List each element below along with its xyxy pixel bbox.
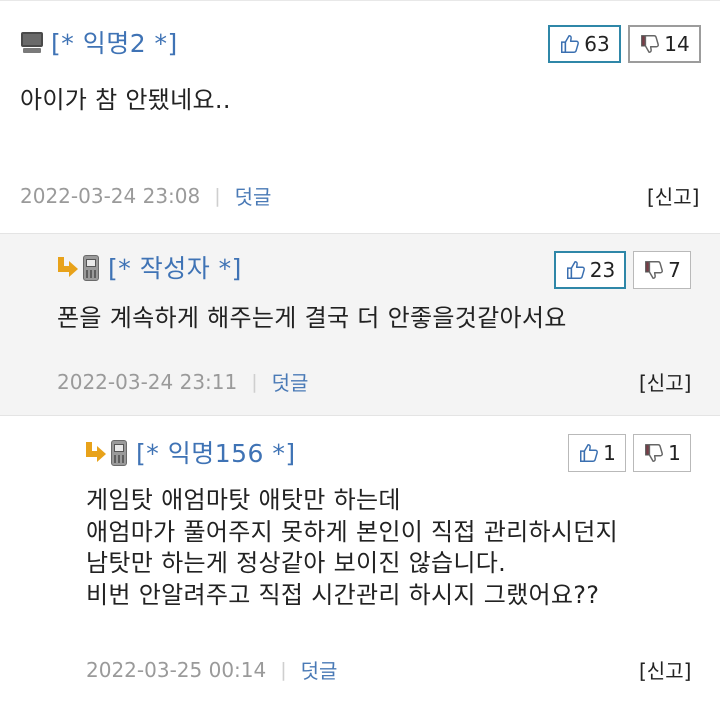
dislike-button[interactable]: 7 xyxy=(633,251,691,289)
dislike-count: 14 xyxy=(664,32,690,56)
meta-divider: | xyxy=(251,370,258,393)
meta-divider: | xyxy=(280,658,287,681)
comment-line: 폰을 계속하게 해주는게 결국 더 안좋을것같아서요 xyxy=(57,304,567,332)
dislike-count: 1 xyxy=(668,441,681,465)
reply-comment-item: [* 작성자 *] 23 7 폰을 계속하게 해주는게 결국 더 안좋을것같아서… xyxy=(0,233,720,416)
report-link[interactable]: [신고] xyxy=(639,367,691,396)
comment-item: [* 익명2 *] 63 14 아이가 참 안됐네요.. 2022-03-24 … xyxy=(0,0,720,233)
thumbs-up-icon xyxy=(578,442,600,464)
like-button[interactable]: 63 xyxy=(548,25,621,63)
comment-author[interactable]: [* 익명2 *] xyxy=(51,24,178,60)
comment-body: 게임탓 애엄마탓 애탓만 하는데 애엄마가 풀어주지 못하게 본인이 직접 관리… xyxy=(86,485,618,611)
mobile-phone-icon xyxy=(110,438,128,466)
reply-link[interactable]: 덧글 xyxy=(301,655,338,684)
thumbs-down-icon xyxy=(639,33,661,55)
reply-link[interactable]: 덧글 xyxy=(272,367,309,396)
meta-divider: | xyxy=(214,184,221,207)
comment-meta: 2022-03-24 23:08 | 덧글 xyxy=(20,181,271,210)
like-count: 1 xyxy=(603,441,616,465)
comment-line: 남탓만 하는게 정상같아 보이진 않습니다. xyxy=(86,549,507,577)
like-count: 63 xyxy=(584,32,610,56)
dislike-button[interactable]: 14 xyxy=(628,25,701,63)
reply-arrow-icon xyxy=(84,441,106,463)
thumbs-up-icon xyxy=(565,259,587,281)
comment-line: 게임탓 애엄마탓 애탓만 하는데 xyxy=(86,486,401,514)
reply-arrow-icon xyxy=(56,256,78,278)
comment-header: [* 작성자 *] xyxy=(56,249,242,285)
comment-date: 2022-03-25 00:14 xyxy=(86,657,267,682)
reply-comment-item: [* 익명156 *] 1 1 게임탓 애엄마탓 애탓만 하는데 애엄마가 풀어… xyxy=(0,416,720,703)
comment-header: [* 익명2 *] xyxy=(20,24,178,60)
comment-date: 2022-03-24 23:08 xyxy=(20,183,201,208)
comment-body: 아이가 참 안됐네요.. xyxy=(20,85,231,117)
comment-meta: 2022-03-25 00:14 | 덧글 xyxy=(86,655,337,684)
comment-line: 아이가 참 안됐네요.. xyxy=(20,86,231,114)
comment-author[interactable]: [* 익명156 *] xyxy=(136,434,296,470)
comment-body: 폰을 계속하게 해주는게 결국 더 안좋을것같아서요 xyxy=(57,303,567,335)
report-link[interactable]: [신고] xyxy=(647,181,699,210)
thumbs-down-icon xyxy=(643,442,665,464)
reply-link[interactable]: 덧글 xyxy=(235,181,272,210)
report-link[interactable]: [신고] xyxy=(639,655,691,684)
dislike-button[interactable]: 1 xyxy=(633,434,691,472)
thumbs-down-icon xyxy=(643,259,665,281)
mobile-phone-icon xyxy=(82,253,100,281)
dislike-count: 7 xyxy=(668,258,681,282)
thumbs-up-icon xyxy=(559,33,581,55)
desktop-computer-icon xyxy=(20,30,44,54)
comment-line: 비번 안알려주고 직접 시간관리 하시지 그랬어요?? xyxy=(86,580,600,609)
comment-date: 2022-03-24 23:11 xyxy=(57,369,238,394)
comment-line: 애엄마가 풀어주지 못하게 본인이 직접 관리하시던지 xyxy=(86,517,619,546)
comment-header: [* 익명156 *] xyxy=(84,434,296,470)
like-button[interactable]: 1 xyxy=(568,434,626,472)
comment-author[interactable]: [* 작성자 *] xyxy=(108,249,242,285)
like-count: 23 xyxy=(589,258,616,282)
comment-meta: 2022-03-24 23:11 | 덧글 xyxy=(57,367,308,396)
like-button[interactable]: 23 xyxy=(554,251,626,289)
